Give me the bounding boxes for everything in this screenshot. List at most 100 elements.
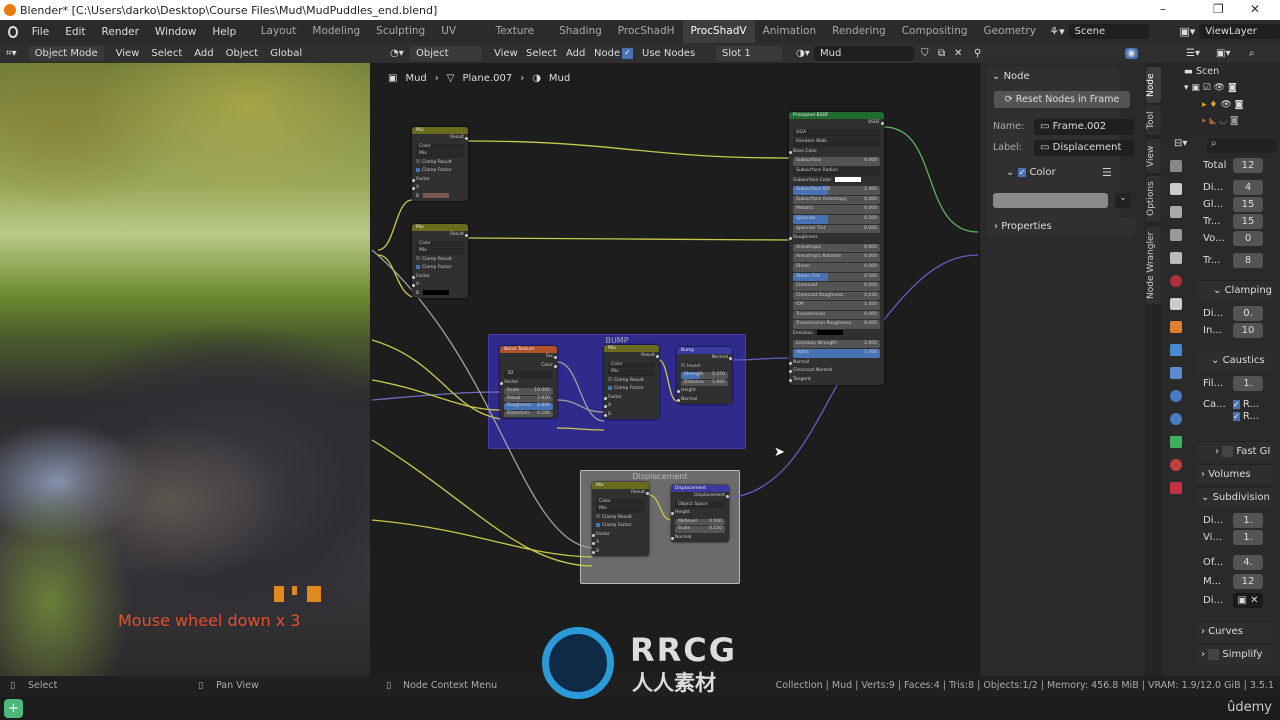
node-value-field[interactable]: Transmission Roughness 0.000 bbox=[793, 320, 880, 330]
clamping-section[interactable]: ⌄ Clamping bbox=[1197, 280, 1273, 300]
material-tab-icon[interactable] bbox=[1170, 459, 1182, 471]
socket-dot[interactable] bbox=[671, 512, 674, 515]
socket-dot[interactable] bbox=[789, 150, 792, 154]
workspace-tab-procshadh[interactable]: ProcShadH bbox=[610, 20, 683, 43]
node-bump[interactable]: Bump Normal Invert Strength 0.250 Distance 1.0… bbox=[677, 347, 732, 404]
node-label-field[interactable]: ▭ Displacement bbox=[1034, 140, 1134, 156]
scene-selector[interactable]: Scene bbox=[1068, 24, 1150, 39]
node-value-field[interactable]: Sheen Tint 0.500 bbox=[793, 272, 880, 282]
menu-help[interactable]: Help bbox=[204, 26, 244, 38]
tab-options[interactable]: Options bbox=[1146, 176, 1161, 222]
prop-value[interactable]: 1. bbox=[1233, 513, 1263, 528]
color-swatch[interactable] bbox=[423, 289, 450, 295]
node-header[interactable]: Principled BSDF bbox=[789, 112, 884, 119]
outliner-scene-collection[interactable]: ▬ Scen bbox=[1184, 66, 1219, 77]
socket-dot[interactable] bbox=[412, 178, 415, 182]
outliner-light-row[interactable]: ▸ ♦ 👁 ◙ bbox=[1202, 100, 1243, 110]
outliner-filter-icon[interactable]: ▣▾ bbox=[1216, 48, 1230, 59]
node-value-field[interactable]: IOR 1.450 bbox=[793, 301, 880, 310]
socket-dot[interactable] bbox=[465, 137, 468, 140]
workspace-tab-procshadv[interactable]: ProcShadV bbox=[682, 20, 755, 43]
properties-section[interactable]: › Properties bbox=[986, 217, 1136, 237]
socket-dot[interactable] bbox=[604, 396, 607, 400]
node-dropdown[interactable]: Color bbox=[596, 498, 645, 505]
outliner[interactable]: ▬ Scen ▾ ▣ ☑ 👁 ◙ ▸ ♦ 👁 ◙ ▸ ◣ ◡ ◙ bbox=[1162, 63, 1280, 135]
prop-value[interactable]: 15 bbox=[1233, 214, 1263, 229]
simplify-section[interactable]: › Simplify bbox=[1197, 644, 1273, 664]
workspace-tab-sculpting[interactable]: Sculpting bbox=[368, 20, 433, 43]
node-value-field[interactable]: Emission Strength 1.000 bbox=[793, 339, 880, 349]
socket-dot[interactable] bbox=[604, 405, 607, 408]
node-dropdown[interactable]: Mix bbox=[416, 151, 464, 158]
node-value-field[interactable]: Midlevel 0.500 bbox=[675, 518, 725, 525]
node-value-field[interactable]: Sheen 0.000 bbox=[793, 262, 880, 272]
node-dropdown[interactable]: Subsurface Radius bbox=[793, 166, 880, 176]
socket-dot[interactable] bbox=[656, 355, 659, 358]
node-menu-view[interactable]: View bbox=[494, 48, 518, 59]
socket-dot[interactable] bbox=[592, 533, 595, 537]
node-checkbox[interactable]: Clamp Result bbox=[604, 377, 659, 386]
viewport-menu-select[interactable]: Select bbox=[151, 48, 182, 59]
node-value-field[interactable]: Detail 7.920 bbox=[504, 395, 553, 402]
node-header[interactable]: Displacement bbox=[671, 485, 729, 492]
workspace-tab-shading[interactable]: Shading bbox=[551, 20, 610, 43]
node-value-field[interactable]: Roughness 0.800 bbox=[504, 403, 553, 410]
view-layer-tab-icon[interactable] bbox=[1170, 229, 1182, 241]
node-dropdown[interactable]: 3D bbox=[504, 371, 553, 378]
node-checkbox[interactable]: Clamp Factor bbox=[604, 385, 659, 394]
slot-dropdown[interactable]: Slot 1 bbox=[716, 45, 782, 61]
node-value-field[interactable]: Scale 10.000 bbox=[504, 388, 553, 395]
socket-dot[interactable] bbox=[671, 536, 674, 540]
prop-value[interactable]: 0 bbox=[1233, 231, 1263, 246]
search-icon[interactable]: ⌕ bbox=[1249, 48, 1255, 59]
node-mix4[interactable]: Mix Result Color Mix Clamp Result Clamp Facto… bbox=[592, 482, 649, 556]
view-layer-selector[interactable]: ViewLayer bbox=[1199, 24, 1280, 39]
menu-file[interactable]: File bbox=[24, 26, 58, 38]
menu-edit[interactable]: Edit bbox=[57, 26, 93, 38]
node-value-field[interactable]: Distortion 0.100 bbox=[504, 410, 553, 417]
blender-menu-icon[interactable] bbox=[8, 25, 18, 38]
socket-dot[interactable] bbox=[726, 495, 729, 498]
node-dropdown[interactable]: GGX bbox=[793, 128, 880, 138]
node-value-field[interactable]: Distance 1.000 bbox=[681, 379, 728, 386]
node-dropdown[interactable]: Mix bbox=[416, 248, 464, 255]
color-input[interactable]: Emission bbox=[789, 330, 884, 339]
node-header[interactable]: Mix bbox=[604, 345, 659, 352]
node-value-field[interactable]: Metallic 0.000 bbox=[793, 205, 880, 214]
workspace-tab-layout[interactable]: Layout bbox=[253, 20, 305, 43]
socket-dot[interactable] bbox=[554, 356, 557, 359]
node-value-field[interactable]: Subsurface IOR 1.400 bbox=[793, 186, 880, 195]
maximize-button[interactable]: ❐ bbox=[1213, 2, 1224, 16]
socket-dot[interactable] bbox=[646, 492, 649, 495]
node-bsdf[interactable]: Principled BSDF BSDF GGX Random Walk Base Co… bbox=[789, 112, 884, 385]
material-name-field[interactable]: Mud bbox=[814, 45, 914, 61]
fast-gi-checkbox[interactable] bbox=[1222, 445, 1234, 457]
socket-dot[interactable] bbox=[592, 542, 595, 545]
node-mix1[interactable]: Mix Result Color Mix Clamp Result Clamp Facto… bbox=[412, 127, 468, 201]
node-value-field[interactable]: Alpha 1.000 bbox=[793, 349, 880, 358]
object-tab-icon[interactable] bbox=[1170, 321, 1182, 333]
color-input[interactable]: B bbox=[412, 289, 468, 299]
world-tab-icon[interactable] bbox=[1170, 275, 1182, 287]
physics-tab-icon[interactable] bbox=[1170, 390, 1182, 402]
menu-window[interactable]: Window bbox=[147, 26, 204, 38]
node-dropdown[interactable]: Color bbox=[416, 143, 464, 150]
tool-tab-icon[interactable] bbox=[1170, 160, 1182, 172]
prop-value[interactable]: 8 bbox=[1233, 253, 1263, 268]
node-header[interactable]: Bump bbox=[677, 347, 732, 354]
viewport-menu-view[interactable]: View bbox=[116, 48, 140, 59]
data-tab-icon[interactable] bbox=[1170, 436, 1182, 448]
color-dropdown-icon[interactable]: ⌄ bbox=[1115, 193, 1131, 208]
socket-dot[interactable] bbox=[729, 357, 732, 360]
socket-dot[interactable] bbox=[677, 390, 680, 393]
color-input[interactable]: Subsurface Color bbox=[789, 176, 884, 186]
node-header[interactable]: Noise Texture bbox=[500, 346, 557, 353]
object-mode-dropdown[interactable]: Object Mode bbox=[28, 45, 104, 61]
render-tab-icon[interactable] bbox=[1170, 183, 1182, 195]
volumes-section[interactable]: › Volumes bbox=[1197, 464, 1273, 484]
viewport-menu-add[interactable]: Add bbox=[194, 48, 213, 59]
fake-user-shield-icon[interactable]: ⛉ bbox=[921, 48, 929, 59]
node-noise[interactable]: Noise Texture Fac Color 3D Vector Scale 10.000… bbox=[500, 346, 557, 418]
socket-dot[interactable] bbox=[412, 284, 415, 287]
prop-value[interactable]: 1. bbox=[1233, 530, 1263, 545]
